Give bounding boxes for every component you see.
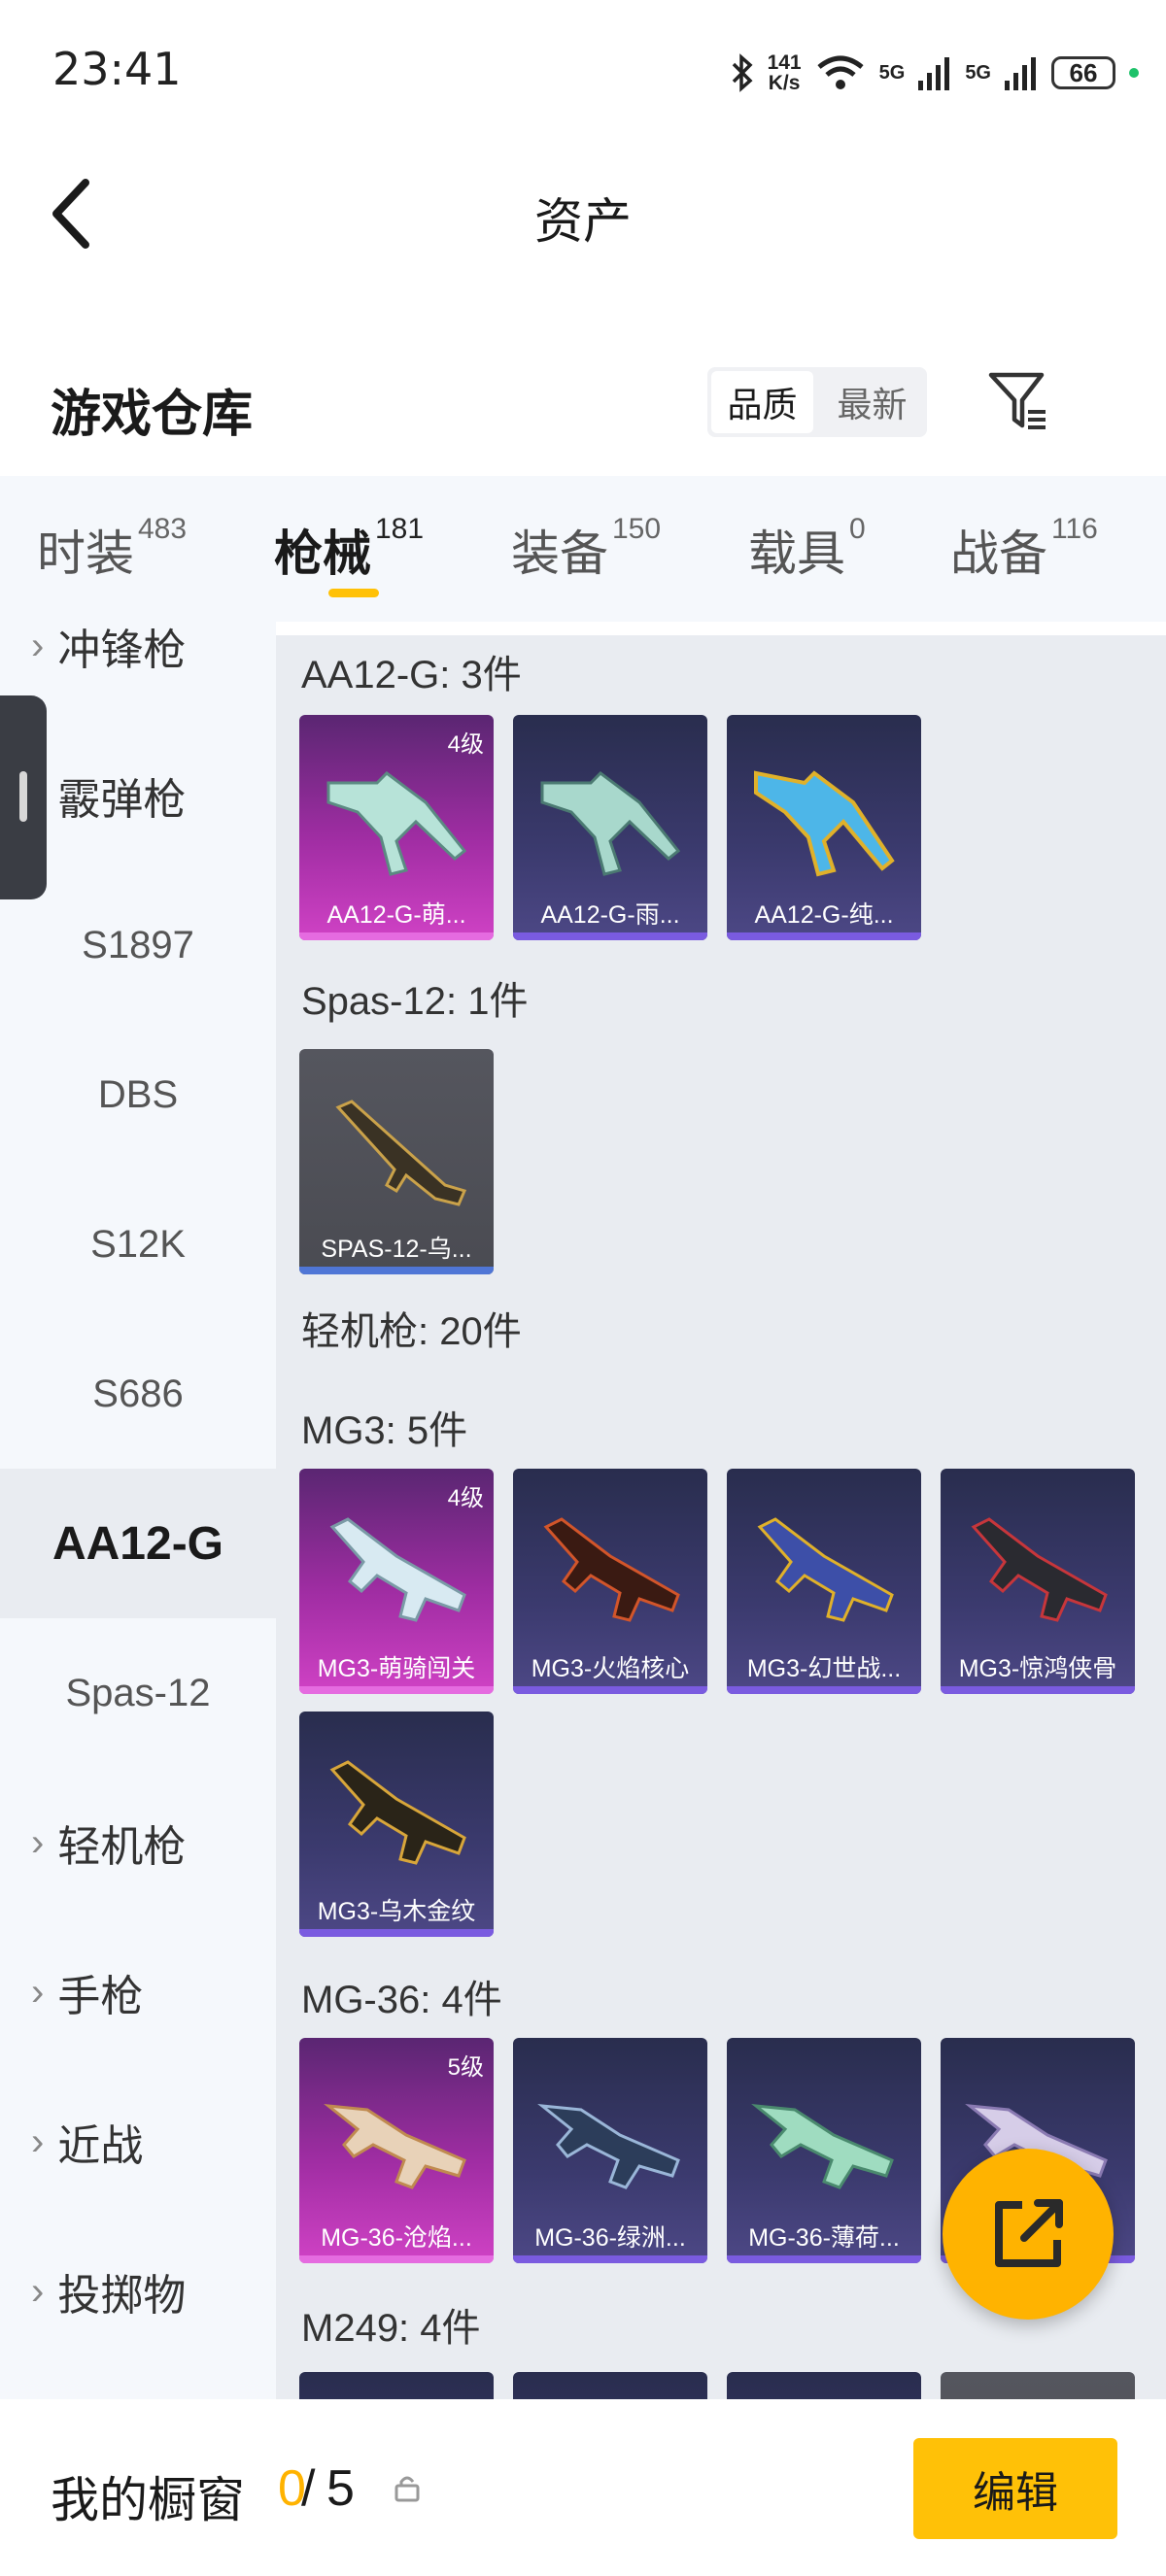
weapon-card[interactable] — [513, 2372, 707, 2399]
chevron-right-icon: › — [31, 624, 45, 667]
filter-icon[interactable] — [987, 369, 1049, 433]
sidebar-item-melee[interactable]: › 近战 — [0, 2067, 276, 2217]
sidebar-item-s12k[interactable]: S12K — [0, 1169, 276, 1319]
sidebar-item-aa12g[interactable]: AA12-G — [0, 1469, 276, 1618]
group-title-lmg: 轻机枪: 20件 — [301, 1310, 522, 1353]
signal-1-label: 5G — [878, 61, 906, 84]
showcase-label: 我的橱窗 — [51, 2473, 245, 2527]
weapon-thumbnail — [335, 1100, 467, 1206]
weapon-card[interactable]: 5级 MG-36-沧焰... — [299, 2038, 494, 2263]
weapon-card[interactable]: MG3-幻世战... — [727, 1469, 921, 1694]
weapon-card[interactable] — [941, 2372, 1135, 2399]
weapon-thumbnail — [537, 2104, 680, 2189]
sort-quality-button[interactable]: 品质 — [711, 371, 813, 433]
warehouse-title: 游戏仓库 — [51, 387, 254, 443]
clock: 23:41 — [52, 43, 182, 95]
weapon-card[interactable]: AA12-G-纯... — [727, 715, 921, 940]
sidebar-item-throwable[interactable]: › 投掷物 — [0, 2217, 276, 2366]
weapon-card[interactable]: MG3-惊鸿侠骨 — [941, 1469, 1135, 1694]
weapon-thumbnail — [754, 770, 895, 877]
weapon-thumbnail — [543, 1517, 680, 1622]
sidebar-item-dbs[interactable]: DBS — [0, 1020, 276, 1169]
sort-newest-button[interactable]: 最新 — [821, 371, 923, 433]
weapon-thumbnail — [751, 2104, 894, 2189]
chevron-right-icon: › — [31, 2119, 45, 2163]
tab-equipment[interactable]: 装备 150 — [511, 513, 661, 585]
share-icon — [995, 2199, 1063, 2267]
weapon-card[interactable] — [727, 2372, 921, 2399]
weapon-thumbnail — [540, 771, 681, 876]
group-title-m249: M249: 4件 — [301, 2307, 481, 2350]
chevron-right-icon: › — [31, 1820, 45, 1864]
signal-2-label: 5G — [965, 61, 991, 84]
group-title-aa12g: AA12-G: 3件 — [301, 654, 522, 696]
weapon-card[interactable]: MG3-火焰核心 — [513, 1469, 707, 1694]
weapon-card[interactable]: AA12-G-雨... — [513, 715, 707, 940]
page-title: 资产 — [534, 194, 632, 249]
sidebar-item-pistol[interactable]: › 手枪 — [0, 1917, 276, 2067]
edit-button[interactable]: 编辑 — [913, 2438, 1117, 2539]
net-speed: 141 K/s — [767, 51, 802, 94]
sidebar-item-s686[interactable]: S686 — [0, 1319, 276, 1469]
sidebar-item-lmg[interactable]: › 轻机枪 — [0, 1768, 276, 1917]
signal-icon — [1005, 57, 1036, 90]
showcase-count-separator: / — [301, 2460, 316, 2517]
privacy-dot — [1129, 68, 1139, 78]
weapon-card[interactable]: MG3-乌木金纹 — [299, 1712, 494, 1937]
tab-firearms[interactable]: 枪械 181 — [274, 513, 424, 585]
share-button[interactable] — [943, 2149, 1114, 2320]
status-bar: 23:41 141 K/s 5G 5G 66 — [0, 0, 1166, 146]
active-tab-indicator — [328, 589, 379, 597]
tab-vehicles[interactable]: 载具 0 — [748, 513, 866, 585]
weapon-card[interactable]: SPAS-12-乌... — [299, 1049, 494, 1274]
weapon-thumbnail — [326, 771, 467, 876]
category-tabs: 时装 483 枪械 181 装备 150 载具 0 战备 116 — [0, 476, 1166, 622]
weapon-card[interactable]: 4级 AA12-G-萌... — [299, 715, 494, 940]
chevron-right-icon: › — [31, 1970, 45, 2014]
group-title-spas12: Spas-12: 1件 — [301, 980, 529, 1023]
tab-supplies[interactable]: 战备 116 — [950, 513, 1098, 585]
weapon-thumbnail — [329, 1517, 466, 1622]
group-title-mg3: MG3: 5件 — [301, 1409, 468, 1452]
group-title-mg36: MG-36: 4件 — [301, 1979, 502, 2021]
lock-icon — [394, 2476, 420, 2502]
status-icons: 141 K/s 5G 5G 66 — [731, 49, 1139, 97]
weapon-card[interactable]: MG-36-薄荷... — [727, 2038, 921, 2263]
weapon-card[interactable] — [299, 2372, 494, 2399]
drawer-handle[interactable] — [0, 695, 47, 899]
battery-icon: 66 — [1051, 56, 1115, 89]
weapon-thumbnail — [757, 1517, 894, 1622]
weapon-thumbnail — [329, 1760, 466, 1865]
sort-toggle: 品质 最新 — [707, 367, 927, 437]
weapon-card[interactable]: MG-36-绿洲... — [513, 2038, 707, 2263]
signal-icon — [918, 57, 950, 90]
weapon-card[interactable]: 4级 MG3-萌骑闯关 — [299, 1469, 494, 1694]
tab-fashion[interactable]: 时装 483 — [37, 513, 187, 585]
showcase-total-count: 5 — [326, 2460, 355, 2517]
weapon-list: AA12-G: 3件 4级 AA12-G-萌... AA12-G-雨... AA… — [276, 635, 1166, 2399]
wifi-icon — [817, 55, 864, 89]
sidebar-item-spas12[interactable]: Spas-12 — [0, 1618, 276, 1768]
weapon-thumbnail — [971, 1517, 1108, 1622]
bluetooth-icon — [732, 53, 753, 92]
weapon-thumbnail — [324, 2104, 466, 2189]
chevron-right-icon: › — [31, 2269, 45, 2313]
